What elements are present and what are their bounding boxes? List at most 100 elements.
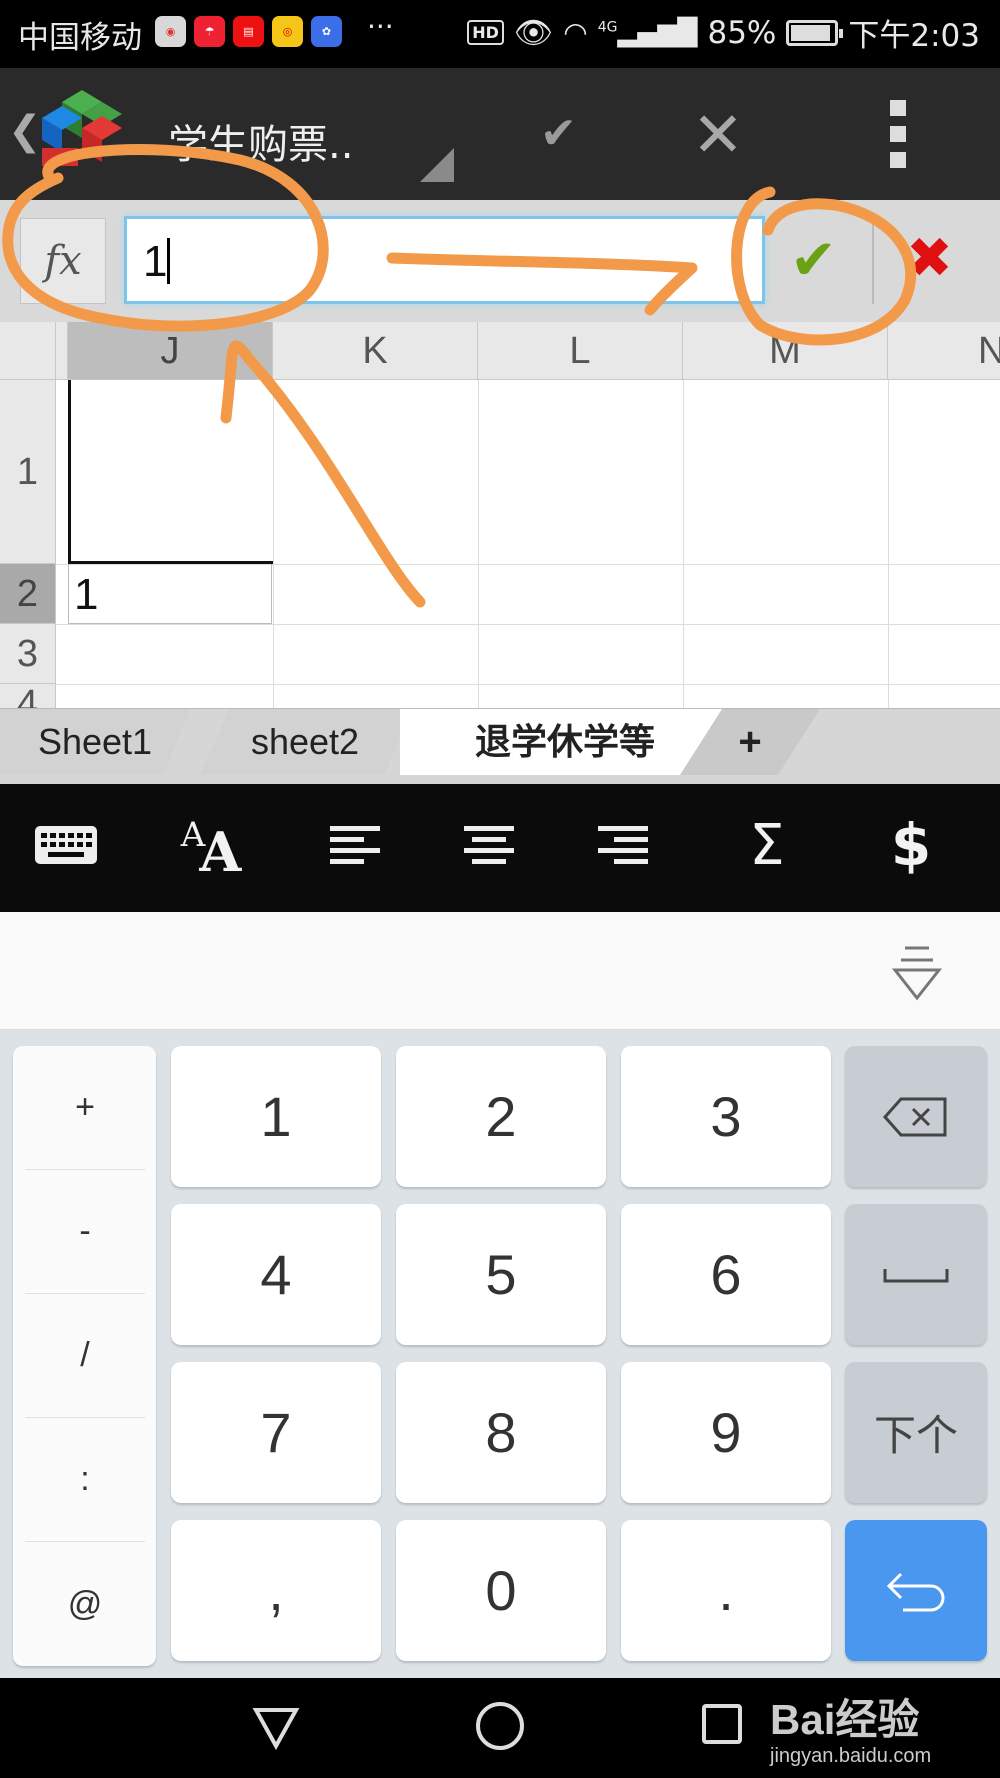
frozen-gap [56, 322, 68, 380]
wifi-icon: ◠ [563, 16, 588, 49]
row-header-2[interactable]: 2 [0, 564, 56, 624]
sum-icon[interactable]: Σ [742, 810, 792, 880]
key-7[interactable]: 7 [171, 1362, 381, 1503]
baidu-app-icon: ✿ [311, 16, 342, 47]
watermark-url: jingyan.baidu.com [770, 1745, 932, 1767]
cell-j2-value: 1 [74, 570, 99, 619]
check-icon[interactable]: ✔ [540, 108, 577, 159]
key-3[interactable]: 3 [621, 1046, 831, 1187]
formula-input[interactable]: 1 [124, 216, 765, 304]
currency-icon[interactable]: $ [886, 810, 936, 880]
key-at[interactable]: @ [25, 1542, 145, 1666]
document-title[interactable]: 学生购票.. [168, 112, 353, 170]
eye-icon: 👁 [513, 15, 554, 51]
column-header-l[interactable]: L [478, 322, 683, 380]
keyboard-icon[interactable] [34, 810, 98, 880]
space-icon [883, 1268, 949, 1282]
column-header-n[interactable]: N [888, 322, 1000, 380]
clock: 下午2:03 [848, 18, 980, 54]
title-dropdown-corner [420, 148, 454, 182]
carrier-name: 中国移动 [18, 20, 142, 56]
key-slash[interactable]: / [25, 1294, 145, 1418]
align-center-icon[interactable] [464, 810, 514, 880]
overflow-menu-icon[interactable] [890, 100, 908, 178]
key-6[interactable]: 6 [621, 1204, 831, 1345]
backspace-key[interactable] [845, 1046, 987, 1187]
more-notifications-icon: ··· [367, 10, 394, 43]
enter-return-icon [886, 1572, 945, 1611]
row-header-3[interactable]: 3 [0, 624, 56, 684]
keyboard-header [0, 912, 1000, 1030]
battery-icon [786, 19, 844, 46]
formula-bar: fx 1 ✔ ✖ [0, 200, 1000, 322]
key-comma[interactable]: , [171, 1520, 381, 1661]
grid-line [56, 684, 1000, 685]
shopping-app-icon: ☂ [194, 16, 225, 47]
spreadsheet-grid[interactable]: J K L M N 1 2 3 4 1 [0, 322, 1000, 708]
signal-icon: 4G▂▄▆█ [597, 17, 698, 48]
fx-button[interactable]: fx [20, 218, 106, 304]
grid-line [56, 624, 1000, 625]
key-minus[interactable]: - [25, 1170, 145, 1294]
watermark-title: Bai经验 [770, 1696, 920, 1743]
key-plus[interactable]: + [25, 1046, 145, 1170]
reject-x-icon[interactable]: ✖ [906, 226, 953, 291]
navigation-bar: Bai经验 jingyan.baidu.com [0, 1678, 1000, 1778]
numeric-keyboard: + - / : @ 1 2 3 4 5 6 7 8 9 下个 , 0 . [0, 1030, 1000, 1678]
app-logo-icon[interactable] [40, 88, 124, 178]
grid-line [478, 380, 479, 708]
hd-icon: HD [467, 20, 504, 45]
backspace-icon [883, 1097, 947, 1136]
key-9[interactable]: 9 [621, 1362, 831, 1503]
column-header-m[interactable]: M [683, 322, 888, 380]
next-key[interactable]: 下个 [845, 1362, 987, 1503]
nav-home-icon[interactable] [476, 1702, 524, 1750]
align-right-icon[interactable] [598, 810, 648, 880]
grid-line [683, 380, 684, 708]
key-period[interactable]: . [621, 1520, 831, 1661]
font-size-icon[interactable]: AA [176, 810, 246, 884]
notification-icons: ◉ ☂ ▤ ◎ ✿ [155, 16, 342, 47]
row-header-4[interactable]: 4 [0, 684, 56, 708]
cell-j2[interactable] [68, 564, 272, 624]
grid-line [273, 380, 274, 708]
row-header-1[interactable]: 1 [0, 380, 56, 564]
status-bar: 中国移动 ◉ ☂ ▤ ◎ ✿ ··· HD 👁 ◠ 4G▂▄▆█ 85% 下午2… [0, 0, 1000, 68]
accept-check-icon[interactable]: ✔ [790, 228, 837, 293]
key-2[interactable]: 2 [396, 1046, 606, 1187]
key-8[interactable]: 8 [396, 1362, 606, 1503]
battery-percent: 85% [707, 14, 777, 51]
weibo-app-icon: ◎ [272, 16, 303, 47]
enter-key[interactable] [845, 1520, 987, 1661]
sheet-tabs: Sheet1 sheet2 退学休学等 + [0, 708, 1000, 784]
key-1[interactable]: 1 [171, 1046, 381, 1187]
editing-cell-j1[interactable] [68, 380, 273, 564]
space-key[interactable] [845, 1204, 987, 1345]
collapse-keyboard-icon[interactable] [892, 944, 942, 1004]
close-icon[interactable]: ✕ [692, 98, 744, 171]
key-colon[interactable]: : [25, 1418, 145, 1542]
tab-sheet1[interactable]: Sheet1 [0, 709, 190, 775]
format-toolbar: AA Σ $ [0, 784, 1000, 912]
tab-sheet2[interactable]: sheet2 [200, 709, 410, 775]
key-4[interactable]: 4 [171, 1204, 381, 1345]
font-large-a: A [199, 820, 242, 884]
grid-line [888, 380, 889, 708]
formula-divider [872, 220, 874, 304]
symbol-column: + - / : @ [13, 1046, 156, 1666]
tab-active-sheet[interactable]: 退学休学等 [400, 709, 730, 775]
nav-recent-apps-icon[interactable] [702, 1704, 742, 1744]
align-left-icon[interactable] [330, 810, 380, 880]
app-toolbar: ❮ 学生购票.. ✔ ✕ [0, 68, 1000, 200]
network-type: 4G [597, 18, 618, 35]
select-all-corner[interactable] [0, 322, 56, 380]
map-app-icon: ◉ [155, 16, 186, 47]
column-header-j[interactable]: J [68, 322, 273, 380]
news-app-icon: ▤ [233, 16, 264, 47]
column-header-k[interactable]: K [273, 322, 478, 380]
key-0[interactable]: 0 [396, 1520, 606, 1661]
key-5[interactable]: 5 [396, 1204, 606, 1345]
baidu-watermark: Bai经验 jingyan.baidu.com [770, 1686, 931, 1768]
back-chevron-icon[interactable]: ❮ [8, 108, 42, 154]
nav-back-icon[interactable] [252, 1706, 300, 1750]
